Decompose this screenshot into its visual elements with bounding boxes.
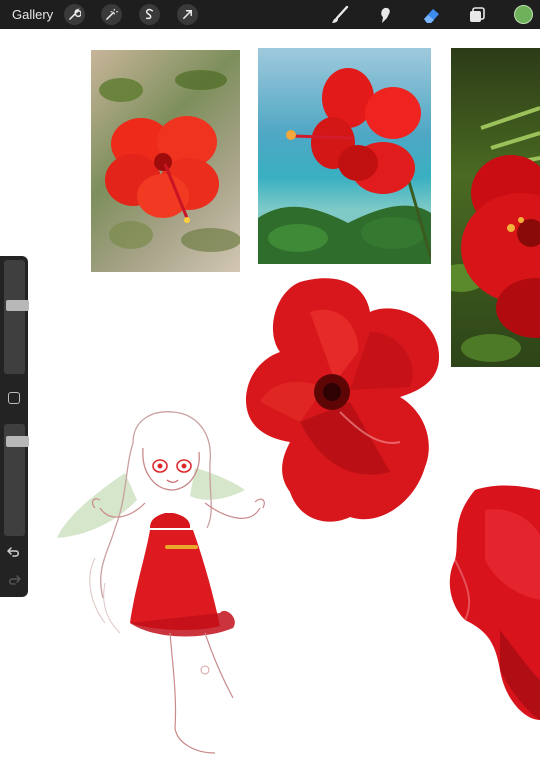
color-picker-button[interactable]	[514, 5, 533, 24]
hibiscus-photo-2-image	[258, 68, 431, 264]
brush-size-slider[interactable]	[4, 260, 29, 374]
brush-size-thumb[interactable]	[6, 299, 29, 311]
dress-belt	[165, 545, 198, 549]
transform-icon	[183, 10, 192, 19]
selection-icon	[145, 8, 154, 20]
smudge-icon	[381, 7, 390, 23]
hibiscus-photo-1-image	[99, 70, 240, 252]
brush-icon	[332, 5, 349, 23]
redo-icon[interactable]	[7, 574, 21, 586]
actions-wrench-button[interactable]	[64, 4, 85, 25]
transform-button[interactable]	[177, 4, 198, 25]
modify-button[interactable]	[8, 392, 20, 404]
smudge-tool-button[interactable]	[373, 3, 397, 27]
brush-tool-button[interactable]	[328, 3, 352, 27]
eraser-tool-button[interactable]	[419, 3, 443, 27]
hibiscus-photo-3[interactable]	[451, 48, 540, 367]
hibiscus-photo-3-image	[451, 106, 540, 362]
adjustments-button[interactable]	[101, 4, 122, 25]
hibiscus-photo-2[interactable]	[258, 48, 431, 264]
fairy-character-sketch	[57, 411, 265, 754]
hibiscus-photo-1[interactable]	[91, 50, 240, 272]
opacity-thumb[interactable]	[6, 435, 29, 447]
gallery-button[interactable]: Gallery	[12, 7, 53, 22]
magic-wand-icon	[106, 8, 118, 20]
top-toolbar: Gallery	[0, 0, 540, 29]
selection-button[interactable]	[139, 4, 160, 25]
wrench-icon	[69, 8, 81, 20]
left-sidebar	[0, 256, 29, 597]
painted-hibiscus-closeup	[449, 485, 540, 720]
opacity-slider[interactable]	[4, 424, 29, 536]
eraser-icon	[424, 9, 439, 23]
layers-button[interactable]	[465, 3, 489, 27]
layers-icon	[470, 7, 485, 22]
undo-icon[interactable]	[7, 546, 21, 558]
